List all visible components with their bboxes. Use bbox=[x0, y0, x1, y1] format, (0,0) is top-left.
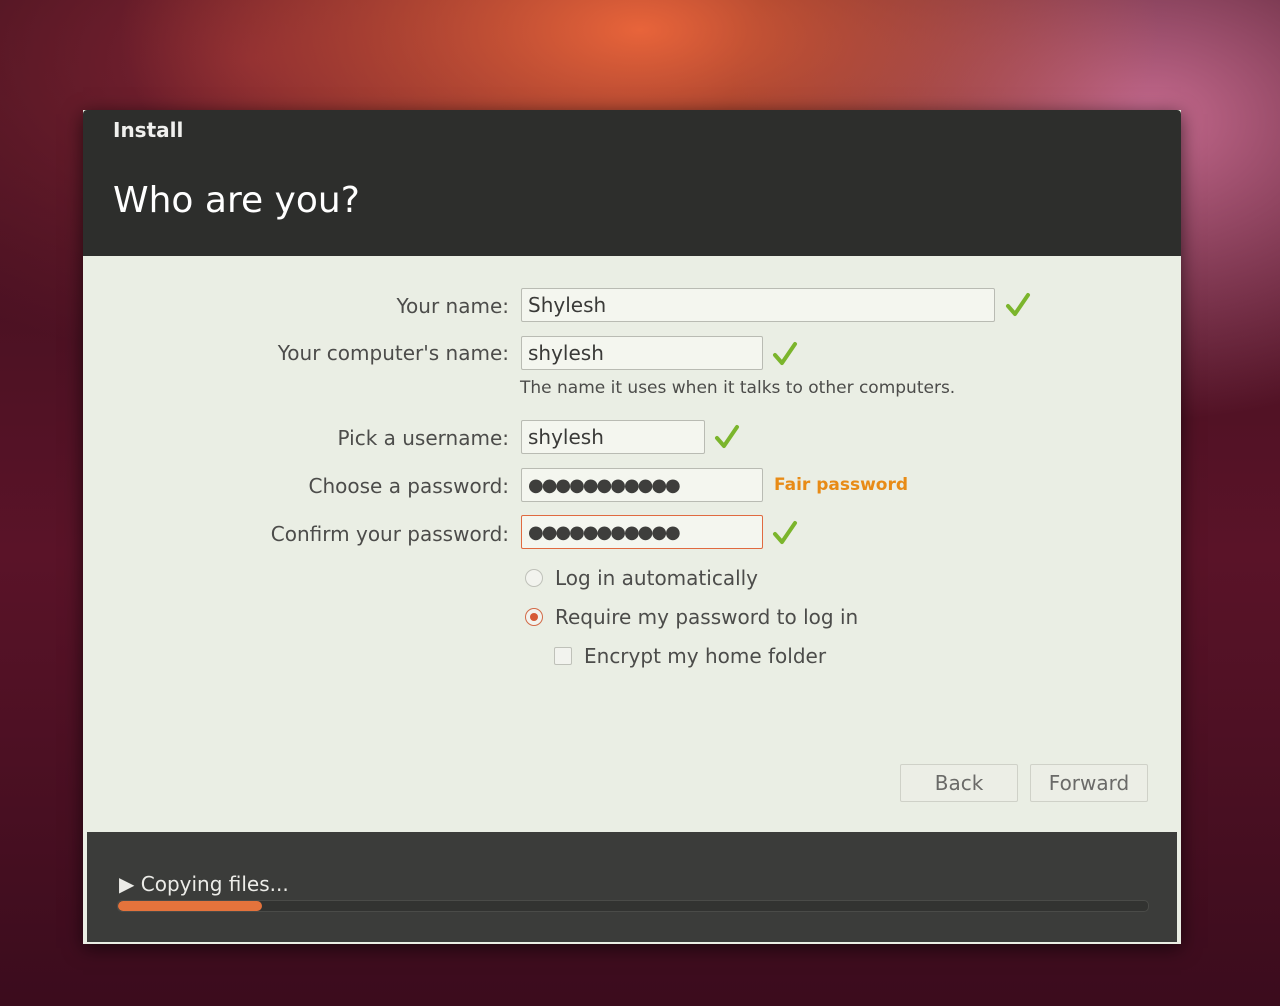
expander-triangle-icon: ▶ bbox=[119, 872, 135, 896]
computer-name-hint: The name it uses when it talks to other … bbox=[520, 378, 956, 398]
computer-name-input[interactable]: shylesh bbox=[521, 336, 763, 370]
install-progress-fill bbox=[118, 901, 263, 911]
log-in-automatically-label[interactable]: Log in automatically bbox=[555, 566, 758, 590]
username-label: Pick a username: bbox=[337, 426, 509, 450]
confirm-password-input[interactable]: ●●●●●●●●●●● bbox=[521, 515, 763, 549]
copying-files-label: Copying files... bbox=[140, 872, 289, 896]
window-title: Install bbox=[113, 118, 184, 142]
password-input[interactable]: ●●●●●●●●●●● bbox=[521, 468, 763, 502]
confirm-password-valid-check-icon bbox=[773, 521, 797, 544]
progress-footer: ▶ Copying files... bbox=[87, 832, 1177, 942]
require-password-label[interactable]: Require my password to log in bbox=[555, 605, 858, 629]
password-strength-label: Fair password bbox=[774, 475, 909, 495]
computer-name-label: Your computer's name: bbox=[277, 341, 509, 365]
username-valid-check-icon bbox=[715, 425, 739, 448]
log-in-automatically-radio[interactable] bbox=[525, 569, 543, 587]
your-name-input[interactable]: Shylesh bbox=[521, 288, 995, 322]
computer-name-valid-check-icon bbox=[773, 342, 797, 365]
your-name-valid-check-icon bbox=[1006, 293, 1030, 316]
install-progress-bar bbox=[117, 900, 1149, 912]
your-name-label: Your name: bbox=[396, 294, 509, 318]
require-password-radio[interactable] bbox=[525, 608, 543, 626]
encrypt-home-folder-checkbox[interactable] bbox=[554, 647, 572, 665]
password-label: Choose a password: bbox=[308, 474, 510, 498]
forward-button[interactable]: Forward bbox=[1030, 764, 1148, 802]
username-input[interactable]: shylesh bbox=[521, 420, 705, 454]
encrypt-home-folder-label[interactable]: Encrypt my home folder bbox=[584, 644, 826, 668]
copying-files-expander[interactable]: ▶ Copying files... bbox=[119, 872, 289, 896]
page-title: Who are you? bbox=[113, 180, 360, 221]
title-bar: Install Who are you? bbox=[83, 110, 1181, 256]
confirm-password-label: Confirm your password: bbox=[270, 522, 509, 546]
installer-window: Install Who are you? Your name: Shylesh … bbox=[83, 110, 1181, 944]
back-button[interactable]: Back bbox=[900, 764, 1018, 802]
